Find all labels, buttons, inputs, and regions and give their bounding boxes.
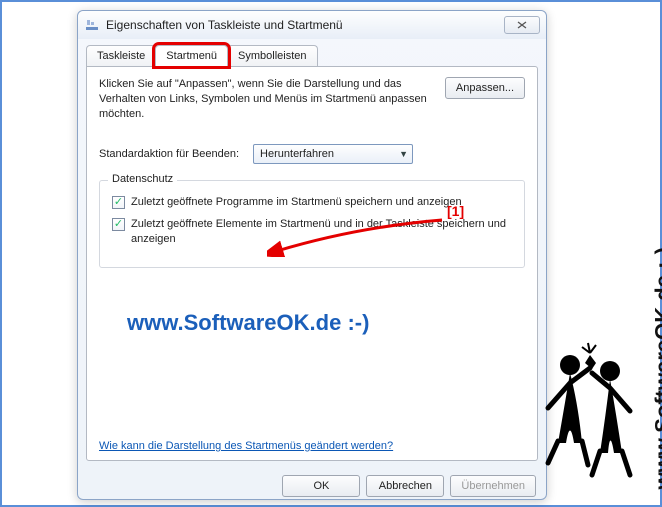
checkbox-recent-programs-label: Zuletzt geöffnete Programme im Startmenü…	[131, 195, 462, 210]
titlebar[interactable]: Eigenschaften von Taskleiste und Startme…	[78, 11, 546, 39]
power-action-label: Standardaktion für Beenden:	[99, 148, 239, 160]
ok-button[interactable]: OK	[282, 475, 360, 497]
close-button[interactable]	[504, 16, 540, 34]
cancel-button[interactable]: Abbrechen	[366, 475, 444, 497]
power-action-combo[interactable]: Herunterfahren ▼	[253, 144, 413, 164]
customize-button[interactable]: Anpassen...	[445, 77, 525, 99]
privacy-group: Datenschutz ✓ Zuletzt geöffnete Programm…	[99, 180, 525, 269]
intro-text: Klicken Sie auf "Anpassen", wenn Sie die…	[99, 77, 437, 122]
decorative-silhouette	[530, 333, 650, 493]
check-icon: ✓	[114, 219, 123, 230]
power-action-value: Herunterfahren	[260, 148, 334, 160]
tab-panel-startmenu: Klicken Sie auf "Anpassen", wenn Sie die…	[86, 66, 538, 461]
watermark-vertical: www.SoftwareOK.de :-)	[650, 247, 662, 489]
tab-toolbars[interactable]: Symbolleisten	[227, 45, 317, 66]
properties-dialog: Eigenschaften von Taskleiste und Startme…	[77, 10, 547, 500]
annotation-number: [1]	[447, 203, 464, 219]
watermark-horizontal: www.SoftwareOK.de :-)	[127, 310, 369, 336]
help-link[interactable]: Wie kann die Darstellung des Startmenüs …	[99, 440, 393, 452]
dialog-button-row: OK Abbrechen Übernehmen	[78, 469, 546, 505]
window-title: Eigenschaften von Taskleiste und Startme…	[106, 18, 504, 32]
checkbox-recent-programs[interactable]: ✓	[112, 196, 125, 209]
tab-taskbar[interactable]: Taskleiste	[86, 45, 156, 66]
tab-strip: Taskleiste Startmenü Symbolleisten	[78, 39, 546, 66]
tab-startmenu[interactable]: Startmenü	[155, 45, 228, 66]
check-icon: ✓	[114, 197, 123, 208]
checkbox-recent-items[interactable]: ✓	[112, 218, 125, 231]
privacy-group-title: Datenschutz	[108, 173, 177, 185]
window-icon	[84, 17, 100, 33]
chevron-down-icon: ▼	[399, 149, 408, 159]
apply-button[interactable]: Übernehmen	[450, 475, 536, 497]
checkbox-recent-items-label: Zuletzt geöffnete Elemente im Startmenü …	[131, 217, 516, 247]
